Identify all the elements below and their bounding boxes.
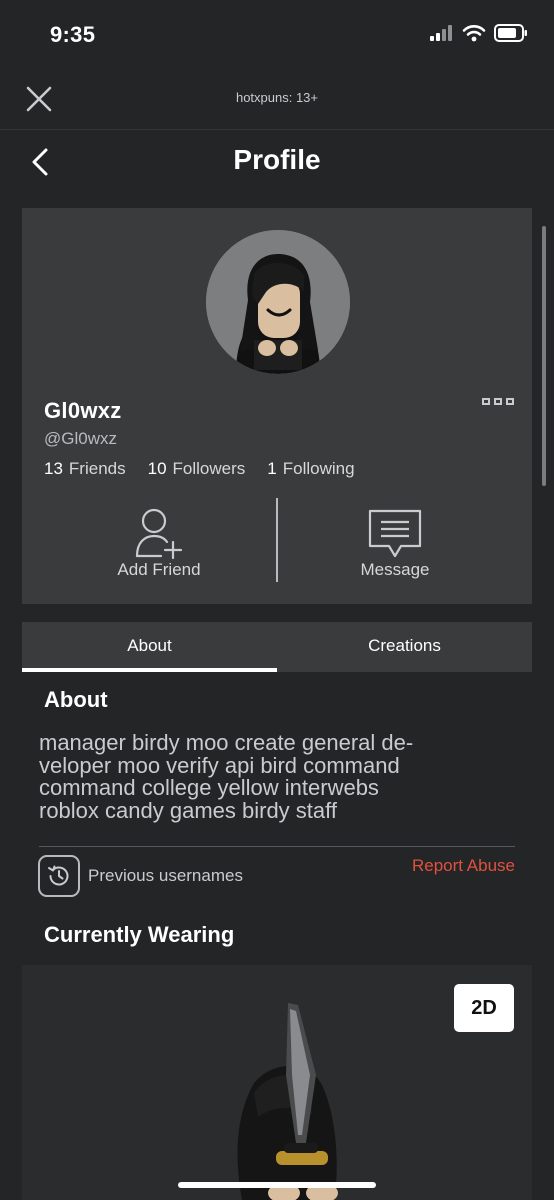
friends-count-value: 13 [44, 459, 63, 478]
message-icon [368, 509, 422, 558]
about-line: command college yellow interwebs [39, 775, 379, 800]
message-button[interactable]: Message [320, 498, 470, 588]
following-count-value: 1 [267, 459, 277, 478]
experience-title: hotxpuns: 13+ [235, 90, 319, 105]
status-icons [430, 24, 528, 42]
action-divider [276, 498, 278, 582]
previous-usernames-button[interactable]: Previous usernames [38, 855, 243, 897]
wifi-icon [462, 25, 486, 42]
profile-stats: 13 Friends 10 Followers 1 Following [44, 459, 355, 479]
message-label: Message [360, 560, 430, 579]
about-description: manager birdy moo create general de- vel… [39, 730, 509, 823]
profile-tabs: About Creations [22, 622, 532, 672]
more-options-button[interactable] [482, 398, 514, 405]
friends-count[interactable]: 13 Friends [44, 459, 126, 479]
scrollbar[interactable] [542, 226, 546, 486]
top-bar: hotxpuns: 13+ [0, 66, 554, 130]
home-indicator [178, 1182, 376, 1188]
more-dot-icon [482, 398, 490, 405]
previous-usernames-label: Previous usernames [88, 866, 243, 885]
followers-count[interactable]: 10 Followers [148, 459, 246, 479]
more-dot-icon [506, 398, 514, 405]
currently-wearing-heading: Currently Wearing [44, 922, 235, 947]
followers-count-label: Followers [172, 459, 246, 478]
about-line: roblox candy games birdy staff [39, 797, 337, 823]
status-bar: 9:35 [0, 0, 554, 66]
about-heading: About [44, 687, 108, 712]
tab-about[interactable]: About [22, 622, 277, 672]
display-name: Gl0wxz [44, 398, 122, 423]
avatar-3d-viewer[interactable]: 2D [22, 965, 532, 1200]
following-count[interactable]: 1 Following [267, 459, 354, 479]
add-friend-label: Add Friend [117, 560, 201, 579]
active-tab-indicator [22, 668, 277, 672]
battery-icon [494, 24, 527, 42]
history-icon [38, 855, 80, 897]
followers-count-value: 10 [147, 459, 167, 478]
toggle-2d-button[interactable]: 2D [454, 984, 514, 1032]
avatar[interactable] [206, 230, 350, 374]
friends-count-label: Friends [68, 459, 126, 478]
more-dot-icon [494, 398, 502, 405]
status-time: 9:35 [50, 22, 96, 47]
report-abuse-link[interactable]: Report Abuse [412, 856, 515, 876]
cellular-signal-icon [430, 25, 452, 41]
history-clock-icon [48, 865, 69, 886]
tab-creations[interactable]: Creations [277, 622, 532, 672]
username: @Gl0wxz [44, 429, 117, 448]
page-title: Profile [233, 144, 321, 175]
following-count-label: Following [282, 459, 355, 478]
about-divider [39, 846, 515, 847]
about-line: veloper moo verify api bird command [39, 752, 400, 778]
add-friend-button[interactable]: Add Friend [84, 498, 234, 588]
avatar-headshot-image [206, 230, 350, 374]
nav-row: Profile [0, 130, 554, 194]
profile-card: Gl0wxz @Gl0wxz 13 Friends 10 Followers 1 Fo… [22, 208, 532, 604]
add-friend-icon [135, 508, 183, 560]
about-line: manager birdy moo create general de- [39, 730, 414, 755]
